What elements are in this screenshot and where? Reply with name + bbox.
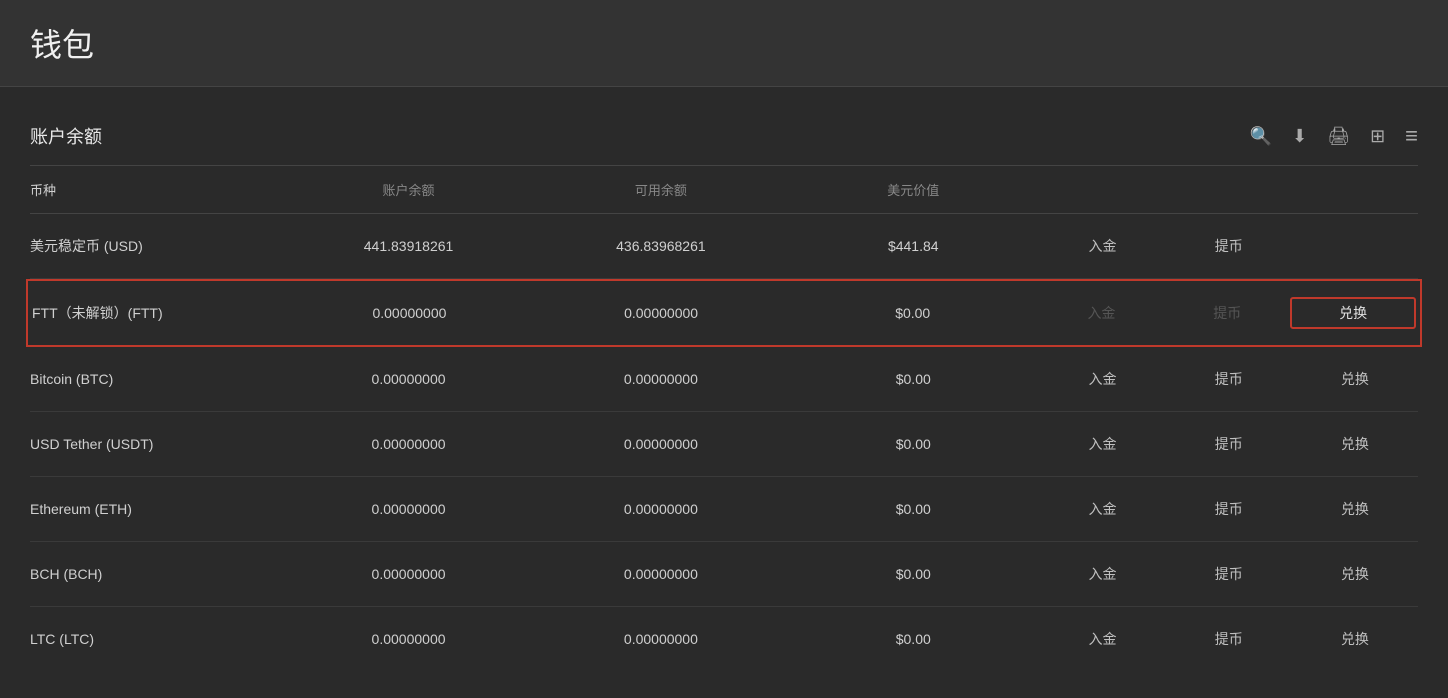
cell-available: 0.00000000 bbox=[535, 501, 787, 517]
convert-button[interactable]: 兑换 bbox=[1292, 560, 1418, 588]
deposit-button[interactable]: 入金 bbox=[1039, 625, 1165, 653]
cell-currency: BCH (BCH) bbox=[30, 566, 282, 582]
withdraw-button[interactable]: 提币 bbox=[1166, 625, 1292, 653]
withdraw-button[interactable]: 提币 bbox=[1166, 495, 1292, 523]
section-header: 账户余额 bbox=[30, 107, 1418, 166]
balance-table: 币种 账户余额 可用余额 美元价值 美元稳定币 (USD)441.8391826… bbox=[30, 166, 1418, 671]
toolbar-icons bbox=[1250, 123, 1418, 149]
col-header-action2 bbox=[1166, 180, 1292, 199]
cell-available: 0.00000000 bbox=[535, 371, 787, 387]
print-icon[interactable] bbox=[1327, 125, 1350, 148]
deposit-button: 入金 bbox=[1039, 299, 1165, 327]
cell-balance: 441.83918261 bbox=[282, 238, 534, 254]
col-header-action1 bbox=[1039, 180, 1165, 199]
table-row: BCH (BCH)0.000000000.00000000$0.00入金提币兑换 bbox=[30, 542, 1418, 607]
filter-icon[interactable] bbox=[1405, 123, 1418, 149]
cell-balance: 0.00000000 bbox=[282, 566, 534, 582]
table-row: LTC (LTC)0.000000000.00000000$0.00入金提币兑换 bbox=[30, 607, 1418, 671]
cell-available: 0.00000000 bbox=[535, 631, 787, 647]
search-icon[interactable] bbox=[1250, 125, 1272, 148]
cell-balance: 0.00000000 bbox=[282, 631, 534, 647]
table-body: 美元稳定币 (USD)441.83918261436.83968261$441.… bbox=[30, 214, 1418, 671]
deposit-button[interactable]: 入金 bbox=[1039, 365, 1165, 393]
withdraw-button: 提币 bbox=[1164, 299, 1290, 327]
table-header: 币种 账户余额 可用余额 美元价值 bbox=[30, 166, 1418, 214]
cell-currency: Bitcoin (BTC) bbox=[30, 371, 282, 387]
cell-available: 0.00000000 bbox=[535, 305, 787, 321]
cell-balance: 0.00000000 bbox=[284, 305, 536, 321]
cell-balance: 0.00000000 bbox=[282, 371, 534, 387]
col-header-action3 bbox=[1292, 180, 1418, 199]
table-row: FTT（未解锁）(FTT)0.000000000.00000000$0.00入金… bbox=[26, 279, 1422, 347]
columns-icon[interactable] bbox=[1370, 125, 1385, 148]
withdraw-button[interactable]: 提币 bbox=[1166, 430, 1292, 458]
deposit-button[interactable]: 入金 bbox=[1039, 495, 1165, 523]
main-content: 账户余额 币种 账户余额 可用余额 美元价值 美元稳定币 (USD)441.83… bbox=[0, 87, 1448, 691]
table-row: Ethereum (ETH)0.000000000.00000000$0.00入… bbox=[30, 477, 1418, 542]
page-header: 钱包 bbox=[0, 0, 1448, 87]
convert-button[interactable]: 兑换 bbox=[1290, 297, 1416, 329]
withdraw-button[interactable]: 提币 bbox=[1166, 232, 1292, 260]
table-row: 美元稳定币 (USD)441.83918261436.83968261$441.… bbox=[30, 214, 1418, 279]
convert-button[interactable]: 兑换 bbox=[1292, 495, 1418, 523]
convert-button[interactable]: 兑换 bbox=[1292, 430, 1418, 458]
cell-usd-value: $0.00 bbox=[787, 631, 1039, 647]
table-row: Bitcoin (BTC)0.000000000.00000000$0.00入金… bbox=[30, 347, 1418, 412]
deposit-button[interactable]: 入金 bbox=[1039, 430, 1165, 458]
cell-available: 0.00000000 bbox=[535, 566, 787, 582]
col-header-balance: 账户余额 bbox=[282, 180, 534, 199]
cell-usd-value: $0.00 bbox=[787, 501, 1039, 517]
cell-available: 436.83968261 bbox=[535, 238, 787, 254]
section-title: 账户余额 bbox=[30, 123, 102, 149]
withdraw-button[interactable]: 提币 bbox=[1166, 560, 1292, 588]
page-title: 钱包 bbox=[30, 20, 1418, 66]
cell-usd-value: $0.00 bbox=[787, 371, 1039, 387]
convert-button[interactable]: 兑换 bbox=[1292, 625, 1418, 653]
cell-currency: LTC (LTC) bbox=[30, 631, 282, 647]
download-icon[interactable] bbox=[1292, 125, 1307, 148]
cell-currency: 美元稳定币 (USD) bbox=[30, 236, 282, 256]
cell-available: 0.00000000 bbox=[535, 436, 787, 452]
col-header-usd: 美元价值 bbox=[787, 180, 1039, 199]
col-header-currency: 币种 bbox=[30, 180, 282, 199]
cell-usd-value: $0.00 bbox=[787, 566, 1039, 582]
deposit-button[interactable]: 入金 bbox=[1039, 232, 1165, 260]
cell-balance: 0.00000000 bbox=[282, 436, 534, 452]
cell-currency: USD Tether (USDT) bbox=[30, 436, 282, 452]
cell-usd-value: $0.00 bbox=[787, 305, 1039, 321]
cell-currency: FTT（未解锁）(FTT) bbox=[32, 303, 284, 323]
col-header-available: 可用余额 bbox=[535, 180, 787, 199]
convert-button[interactable]: 兑换 bbox=[1292, 365, 1418, 393]
cell-balance: 0.00000000 bbox=[282, 501, 534, 517]
cell-currency: Ethereum (ETH) bbox=[30, 501, 282, 517]
cell-usd-value: $0.00 bbox=[787, 436, 1039, 452]
table-row: USD Tether (USDT)0.000000000.00000000$0.… bbox=[30, 412, 1418, 477]
withdraw-button[interactable]: 提币 bbox=[1166, 365, 1292, 393]
cell-usd-value: $441.84 bbox=[787, 238, 1039, 254]
deposit-button[interactable]: 入金 bbox=[1039, 560, 1165, 588]
